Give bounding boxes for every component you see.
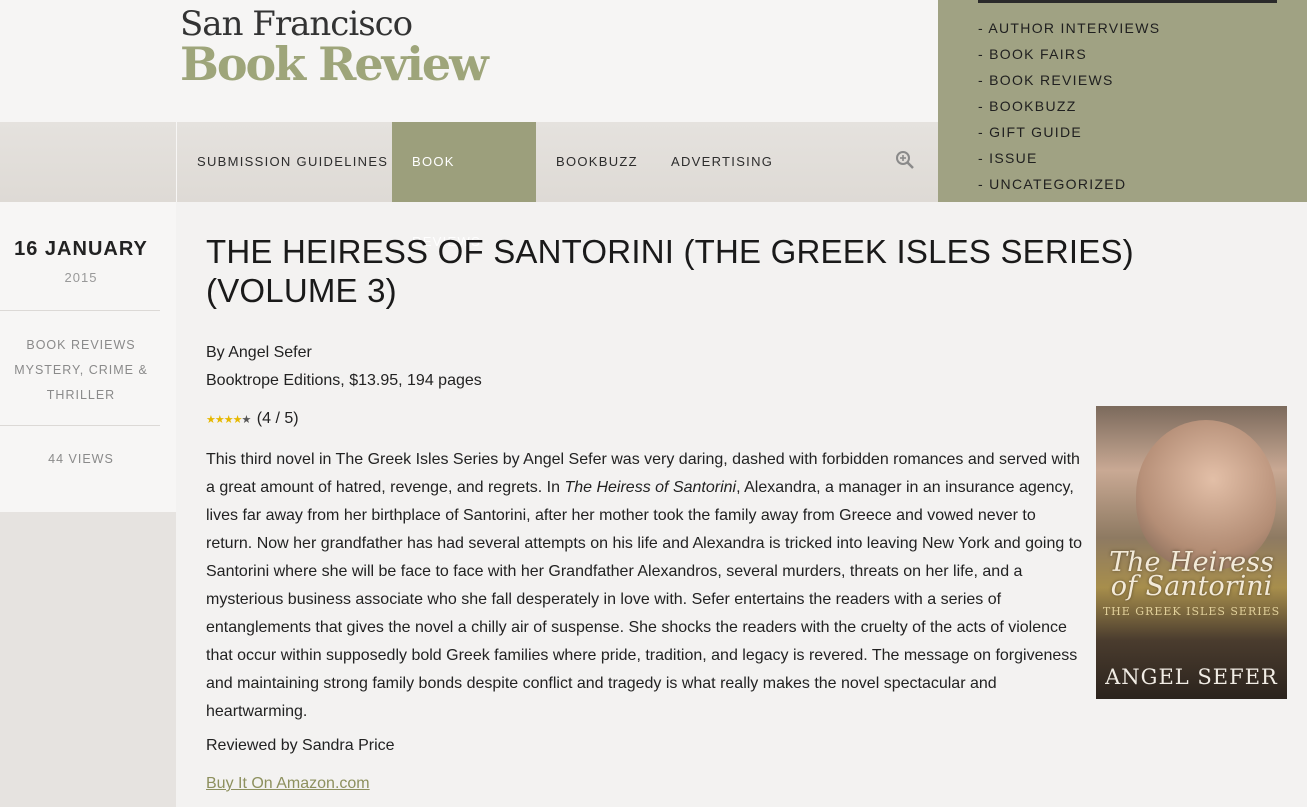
categories-top-bar xyxy=(978,0,1277,3)
logo-line-2: Book Review xyxy=(180,37,489,91)
post-category-link[interactable]: THRILLER xyxy=(0,383,162,408)
search-zoom-icon[interactable] xyxy=(895,150,915,170)
category-issue[interactable]: - ISSUE xyxy=(978,145,1160,171)
rating-stars-icon: ★★★★★ xyxy=(206,414,251,426)
meta-divider xyxy=(0,425,160,426)
post-rating: ★★★★★ (4 / 5) xyxy=(206,410,299,428)
post-categories: BOOK REVIEWS MYSTERY, CRIME & THRILLER xyxy=(0,333,162,408)
post-author: By Angel Sefer xyxy=(206,344,312,361)
category-author-interviews[interactable]: - AUTHOR INTERVIEWS xyxy=(978,15,1160,41)
main-nav: SUBMISSION GUIDELINES BOOK REVIEWS BOOKB… xyxy=(0,122,938,249)
post-category-link[interactable]: MYSTERY, CRIME & xyxy=(0,358,162,383)
nav-book-reviews[interactable]: BOOK REVIEWS xyxy=(392,122,536,249)
meta-divider xyxy=(0,310,160,311)
post-date-year: 2015 xyxy=(64,270,98,285)
post-meta-column-footer xyxy=(0,512,176,807)
nav-submission-guidelines[interactable]: SUBMISSION GUIDELINES xyxy=(177,122,408,202)
post-category-link[interactable]: BOOK REVIEWS xyxy=(0,333,162,358)
buy-amazon-link[interactable]: Buy It On Amazon.com xyxy=(206,775,370,793)
category-bookbuzz[interactable]: - BOOKBUZZ xyxy=(978,93,1160,119)
cover-series: THE GREEK ISLES SERIES xyxy=(1102,605,1281,618)
book-title-italic: The Heiress of Santorini xyxy=(564,479,737,496)
reviewer-credit: Reviewed by Sandra Price xyxy=(206,737,395,754)
post-date-day: 16 JANUARY xyxy=(14,238,148,260)
category-uncategorized[interactable]: - UNCATEGORIZED xyxy=(978,171,1160,197)
book-cover-image: The Heiress of Santorini THE GREEK ISLES… xyxy=(1096,406,1287,699)
category-book-reviews[interactable]: - BOOK REVIEWS xyxy=(978,67,1160,93)
category-gift-guide[interactable]: - GIFT GUIDE xyxy=(978,119,1160,145)
nav-bookbuzz[interactable]: BOOKBUZZ xyxy=(536,122,658,202)
rating-text: (4 / 5) xyxy=(256,410,299,427)
categories-panel: - AUTHOR INTERVIEWS - BOOK FAIRS - BOOK … xyxy=(938,0,1307,202)
post-body: This third novel in The Greek Isles Seri… xyxy=(206,446,1086,726)
cover-title: The Heiress of Santorini xyxy=(1109,547,1274,602)
post-body-rest: , Alexandra, a manager in an insurance a… xyxy=(206,479,1083,720)
category-book-fairs[interactable]: - BOOK FAIRS xyxy=(978,41,1160,67)
nav-advertising[interactable]: ADVERTISING xyxy=(651,122,793,202)
post-publisher: Booktrope Editions, $13.95, 194 pages xyxy=(206,372,482,389)
post-views: 44 VIEWS xyxy=(48,452,114,466)
categories-list: - AUTHOR INTERVIEWS - BOOK FAIRS - BOOK … xyxy=(978,15,1160,197)
post-title: THE HEIRESS OF SANTORINI (THE GREEK ISLE… xyxy=(206,233,1134,309)
cover-author: ANGEL SEFER xyxy=(1105,665,1278,689)
site-logo[interactable]: San Francisco Book Review xyxy=(180,4,489,91)
